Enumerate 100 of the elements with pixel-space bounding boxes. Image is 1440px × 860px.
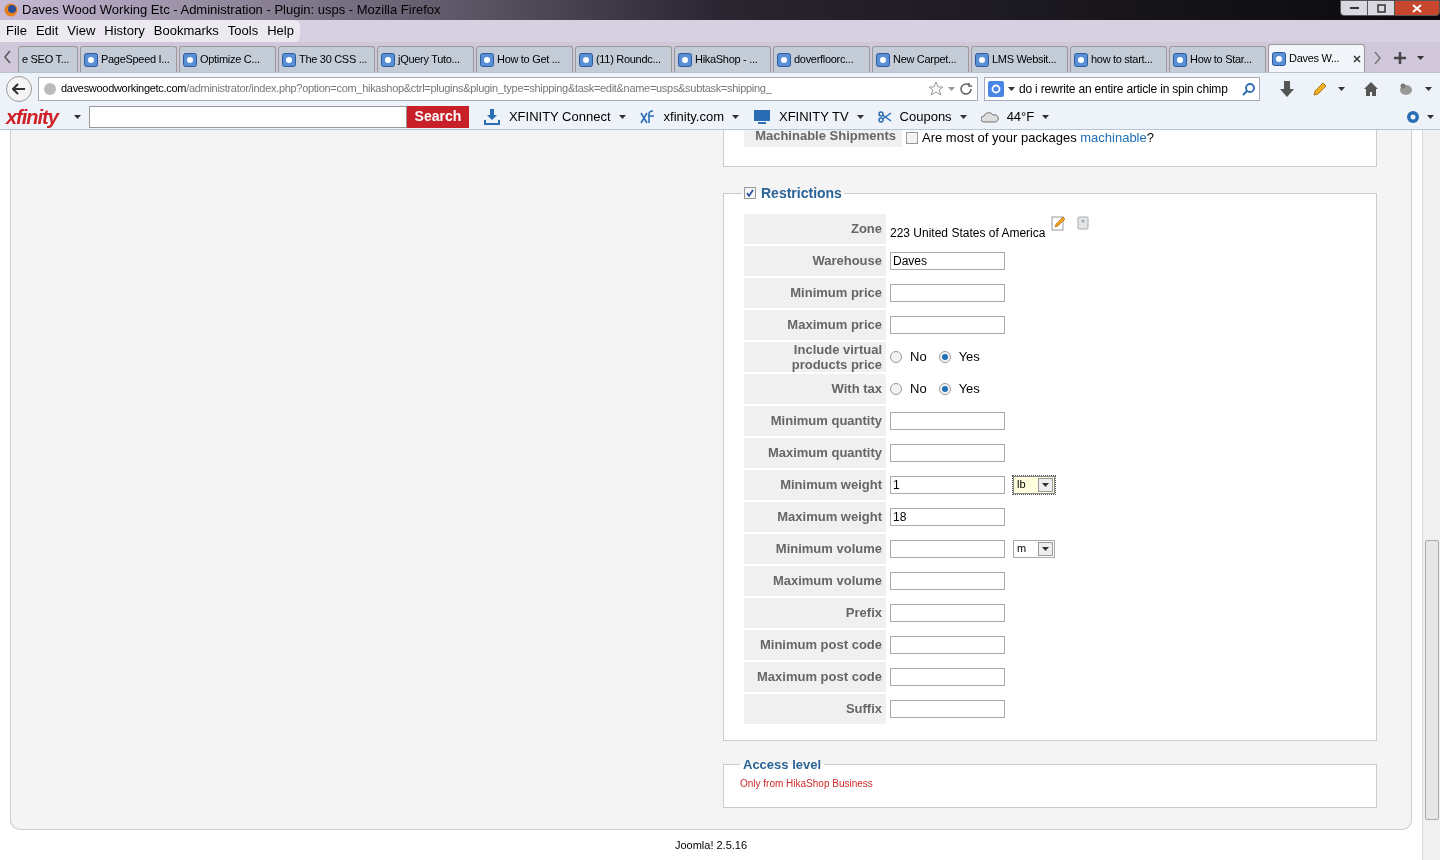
caret-icon[interactable] [1008, 86, 1015, 91]
text-field[interactable] [890, 571, 1005, 590]
radio-button[interactable] [938, 382, 951, 395]
menu-item[interactable]: Help [267, 21, 294, 41]
browser-tab[interactable]: How to Star... [1169, 46, 1266, 72]
caret-icon[interactable] [959, 114, 967, 119]
home-icon[interactable] [1363, 80, 1379, 97]
text-field[interactable]: 1 [890, 475, 1005, 494]
caret-icon[interactable] [856, 114, 864, 119]
star-icon[interactable] [928, 80, 944, 97]
text-field[interactable] [890, 667, 1005, 686]
field-label: Maximum volume [772, 573, 882, 588]
radio-label: Yes [958, 347, 980, 366]
xfinity-search-field[interactable] [88, 105, 407, 128]
caret-icon[interactable] [618, 114, 626, 119]
pencil-icon[interactable] [1312, 80, 1328, 97]
radio-button[interactable] [938, 350, 951, 363]
settings-icon[interactable] [1405, 108, 1421, 125]
unit-select[interactable]: m [1013, 539, 1055, 558]
field-label: Minimum price [790, 285, 882, 300]
text-field[interactable] [890, 315, 1005, 334]
toolbar-link[interactable]: 44°F [1006, 106, 1035, 127]
text-field[interactable] [890, 635, 1005, 654]
text-field[interactable] [890, 699, 1005, 718]
browser-tab[interactable]: LMS Websit... [971, 46, 1068, 72]
caret-icon[interactable] [1425, 86, 1432, 91]
reload-icon[interactable] [959, 81, 973, 96]
browser-tab[interactable]: e SEO T... [18, 46, 78, 72]
maximize-icon [1376, 3, 1386, 13]
field-label: Include virtual products price [790, 341, 882, 372]
maximize-button[interactable] [1368, 0, 1394, 16]
field-label: With tax [831, 381, 882, 396]
caret-icon[interactable] [1042, 546, 1049, 551]
field-label: Maximum weight [777, 509, 882, 524]
toolbar-link[interactable]: XFINITY Connect [508, 106, 611, 127]
browser-tab[interactable]: doverfloorc... [773, 46, 870, 72]
scrollbar[interactable] [1422, 130, 1440, 860]
section-title: Restrictions [761, 183, 842, 203]
caret-icon[interactable] [1417, 56, 1424, 60]
menu-item[interactable]: File [6, 21, 27, 41]
edit-icon[interactable] [1051, 215, 1068, 231]
text-field[interactable]: 18 [890, 507, 1005, 526]
browser-tab[interactable]: New Carpet... [872, 46, 969, 72]
close-tab-icon[interactable] [1353, 54, 1361, 63]
minimize-button[interactable] [1340, 0, 1368, 16]
radio-button[interactable] [890, 350, 902, 363]
scroll-left-icon[interactable] [2, 49, 14, 65]
field-label: Zone [850, 221, 882, 236]
browser-tab[interactable]: How to Get ... [476, 46, 573, 72]
favicon-icon [84, 52, 98, 67]
text-field[interactable] [890, 443, 1005, 462]
browser-tab[interactable]: HikaShop - ... [674, 46, 771, 72]
browser-tab[interactable]: Optimize C... [179, 46, 276, 72]
caret-icon[interactable] [1338, 86, 1345, 91]
menu-item[interactable]: Tools [227, 21, 259, 41]
browser-tab[interactable]: PageSpeed I... [80, 46, 177, 72]
text-field[interactable] [890, 283, 1005, 302]
new-tab-icon[interactable] [1393, 51, 1407, 65]
menu-item[interactable]: History [104, 21, 145, 41]
browser-tab[interactable]: The 30 CSS ... [278, 46, 375, 72]
text-field[interactable]: Daves [890, 251, 1005, 270]
browser-tab[interactable]: (11) Roundc... [575, 46, 672, 72]
address-field[interactable]: daveswoodworkingetc.com/administrator/index.php?option=com_hikashop&ctrl=plugins&plugin_type=shipping&task=edit&name=usps&subtask=shipping_ [38, 76, 978, 101]
back-button[interactable] [6, 75, 32, 102]
close-icon [1412, 3, 1422, 13]
caret-icon[interactable] [732, 114, 739, 119]
favicon-icon [777, 52, 791, 67]
checkbox[interactable] [906, 131, 918, 144]
menu-item[interactable]: Bookmarks [153, 21, 219, 41]
search-engine-icon[interactable] [988, 80, 1004, 97]
search-icon[interactable] [1242, 81, 1256, 96]
toolbar-link[interactable]: XFINITY TV [779, 106, 849, 127]
text-field[interactable] [890, 411, 1005, 430]
checkbox[interactable] [744, 187, 756, 199]
toolbar-link[interactable]: Coupons [899, 106, 952, 127]
caret-icon[interactable] [1042, 114, 1050, 119]
close-button[interactable] [1394, 0, 1440, 16]
browser-tab[interactable]: jQuery Tuto... [377, 46, 474, 72]
text-field[interactable] [890, 539, 1005, 558]
text-field[interactable] [890, 603, 1005, 622]
browser-tab[interactable]: how to start... [1070, 46, 1167, 72]
caret-icon[interactable] [73, 114, 81, 119]
unit-select[interactable]: lb [1013, 475, 1055, 494]
caret-icon[interactable] [1042, 482, 1049, 487]
caret-icon[interactable] [1427, 114, 1434, 119]
machinable-link[interactable]: machinable [1080, 130, 1147, 145]
search-field[interactable]: do i rewrite an entire article in spin chimp [984, 76, 1260, 101]
download-arrow-icon[interactable] [1280, 80, 1294, 97]
search-button[interactable]: Search [406, 105, 469, 128]
scroll-right-icon[interactable] [1373, 50, 1383, 66]
toolbar-link[interactable]: xfinity.com [663, 106, 724, 127]
field-label: Maximum post code [757, 669, 882, 684]
browser-tab[interactable]: Daves W... [1268, 44, 1365, 72]
menu-item[interactable]: Edit [35, 21, 59, 41]
favicon-icon [480, 52, 494, 67]
section-title: Access level [743, 756, 822, 772]
menu-item[interactable]: View [67, 21, 96, 41]
radio-button[interactable] [890, 382, 902, 395]
monitor-icon [753, 108, 771, 125]
favicon-icon [975, 52, 989, 67]
